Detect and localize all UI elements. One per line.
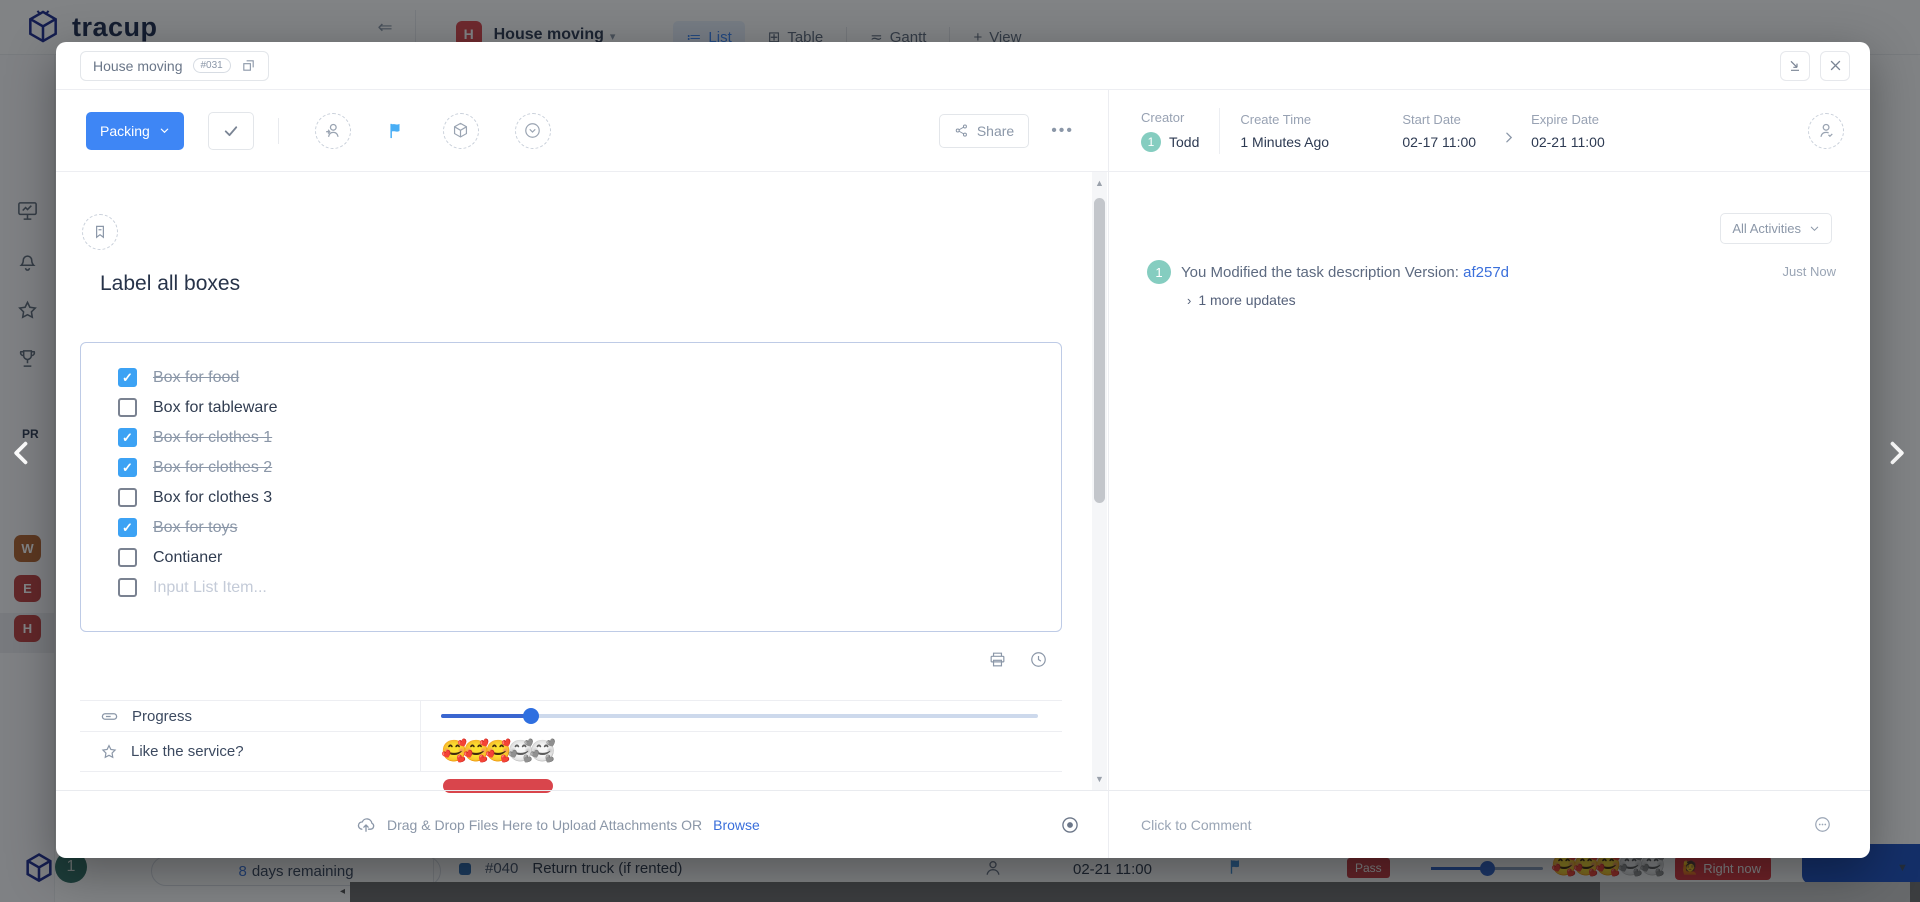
- checklist-item-label: Box for clothes 1: [153, 429, 272, 447]
- status-dropdown-button[interactable]: Packing: [86, 112, 184, 150]
- checklist-item-label: Input List Item...: [153, 579, 267, 597]
- toolbar-divider: [278, 118, 279, 144]
- history-clock-icon[interactable]: [1029, 650, 1048, 669]
- collapse-modal-button[interactable]: [1780, 51, 1810, 81]
- more-updates-toggle[interactable]: ›1 more updates: [1187, 292, 1296, 308]
- task-title[interactable]: Label all boxes: [100, 272, 240, 296]
- task-detail-modal: House moving #031 Packing: [56, 42, 1870, 858]
- scroll-up-arrow[interactable]: ▲: [1095, 178, 1104, 188]
- attachment-dropzone[interactable]: Drag & Drop Files Here to Upload Attachm…: [56, 790, 1108, 858]
- expire-date-label: Expire Date: [1531, 112, 1605, 127]
- checklist-item[interactable]: Contianer: [118, 548, 1061, 567]
- checkbox[interactable]: [118, 398, 137, 417]
- checklist-item[interactable]: Box for clothes 3: [118, 488, 1061, 507]
- checkbox[interactable]: ✓: [118, 518, 137, 537]
- activity-filter-label: All Activities: [1732, 221, 1801, 236]
- rating-emoji[interactable]: 🥰: [463, 740, 485, 763]
- content-scrollbar-thumb[interactable]: [1094, 198, 1105, 503]
- browse-files-link[interactable]: Browse: [713, 817, 760, 833]
- version-link[interactable]: af257d: [1463, 264, 1509, 281]
- next-task-chevron[interactable]: [1882, 436, 1910, 470]
- print-icon[interactable]: [988, 650, 1007, 669]
- create-time-value: 1 Minutes Ago: [1240, 134, 1374, 150]
- create-time-label: Create Time: [1240, 112, 1374, 127]
- open-in-full-icon[interactable]: [241, 58, 256, 73]
- close-modal-button[interactable]: [1820, 51, 1850, 81]
- rating-emoji[interactable]: 🥰: [507, 740, 529, 763]
- breadcrumb[interactable]: House moving #031: [80, 51, 269, 81]
- start-date-label: Start Date: [1402, 112, 1476, 127]
- creator-label: Creator: [1141, 110, 1199, 125]
- date-range-chevron-icon: [1502, 131, 1515, 144]
- priority-flag-icon[interactable]: [387, 121, 407, 141]
- task-id-badge: #031: [193, 58, 231, 73]
- previous-task-chevron[interactable]: [8, 436, 36, 470]
- progress-label: Progress: [132, 708, 192, 725]
- rating-row: Like the service? 🥰🥰🥰🥰🥰: [80, 732, 1062, 772]
- expire-date-column[interactable]: Expire Date 02-21 11:00: [1531, 112, 1605, 150]
- progress-slider[interactable]: [441, 714, 1038, 718]
- checklist-item[interactable]: Box for tableware: [118, 398, 1061, 417]
- scroll-down-arrow[interactable]: ▼: [1095, 774, 1104, 784]
- star-icon: [100, 743, 118, 761]
- checkbox[interactable]: ✓: [118, 368, 137, 387]
- activity-timestamp: Just Now: [1783, 264, 1836, 279]
- checkbox[interactable]: ✓: [118, 428, 137, 447]
- start-date-column[interactable]: Start Date 02-17 11:00: [1402, 112, 1476, 150]
- checklist-item[interactable]: ✓ Box for food: [118, 368, 1061, 387]
- activity-avatar: 1: [1147, 260, 1171, 284]
- emoji-picker-icon[interactable]: [1813, 815, 1832, 834]
- checklist-item[interactable]: ✓ Box for clothes 1: [118, 428, 1061, 447]
- checklist-item-label: Box for food: [153, 369, 239, 387]
- rating-emoji[interactable]: 🥰: [441, 740, 463, 763]
- content-scrollbar[interactable]: ▲ ▼: [1092, 172, 1107, 790]
- complete-task-button[interactable]: [208, 112, 254, 150]
- comment-input[interactable]: Click to Comment: [1109, 790, 1870, 858]
- version-clock-icon[interactable]: [515, 113, 551, 149]
- assign-user-icon[interactable]: [315, 113, 351, 149]
- rating-emoji-strip[interactable]: 🥰🥰🥰🥰🥰: [441, 740, 552, 764]
- activity-filter-dropdown[interactable]: All Activities: [1720, 213, 1832, 244]
- record-icon[interactable]: [1060, 815, 1080, 835]
- checklist-item[interactable]: Input List Item...: [118, 578, 1061, 597]
- comment-placeholder: Click to Comment: [1141, 817, 1251, 833]
- subtask-cube-icon[interactable]: [443, 113, 479, 149]
- checklist-item-label: Box for tableware: [153, 399, 278, 417]
- checkbox[interactable]: [118, 578, 137, 597]
- progress-row: Progress: [80, 700, 1062, 732]
- details-divider: [1219, 108, 1220, 154]
- checklist-item-label: Contianer: [153, 549, 222, 567]
- expand-chevron-icon: ›: [1187, 293, 1191, 308]
- rating-emoji[interactable]: 🥰: [530, 740, 552, 763]
- breadcrumb-title: House moving: [93, 58, 183, 74]
- creator-name: Todd: [1169, 134, 1199, 150]
- more-options-button[interactable]: •••: [1051, 122, 1074, 140]
- progress-pill-icon: [100, 707, 119, 726]
- share-label: Share: [977, 123, 1014, 139]
- creator-avatar: 1: [1141, 132, 1161, 152]
- checklist-item-label: Box for clothes 3: [153, 489, 272, 507]
- progress-slider-thumb[interactable]: [523, 708, 539, 724]
- status-label: Packing: [100, 123, 150, 139]
- cloud-upload-icon: [356, 815, 376, 835]
- checklist-item[interactable]: ✓ Box for clothes 2: [118, 458, 1061, 477]
- rating-emoji[interactable]: 🥰: [485, 740, 507, 763]
- attachment-hint: Drag & Drop Files Here to Upload Attachm…: [387, 817, 702, 833]
- checkbox[interactable]: [118, 548, 137, 567]
- activity-text: You Modified the task description Versio…: [1181, 264, 1509, 281]
- checklist-container[interactable]: ✓ Box for food Box for tableware ✓ Box for c…: [80, 342, 1062, 632]
- checklist-item-label: Box for toys: [153, 519, 237, 537]
- follower-user-icon[interactable]: [1808, 113, 1844, 149]
- share-button[interactable]: Share: [939, 114, 1029, 148]
- checklist-item[interactable]: ✓ Box for toys: [118, 518, 1061, 537]
- start-date-value: 02-17 11:00: [1402, 134, 1476, 150]
- bookmark-icon[interactable]: [82, 214, 118, 250]
- expire-date-value: 02-21 11:00: [1531, 134, 1605, 150]
- checklist-item-label: Box for clothes 2: [153, 459, 272, 477]
- create-time-column: Create Time 1 Minutes Ago: [1240, 112, 1374, 150]
- creator-column: Creator 1 Todd: [1141, 110, 1199, 152]
- checkbox[interactable]: ✓: [118, 458, 137, 477]
- rating-label: Like the service?: [131, 743, 244, 760]
- checkbox[interactable]: [118, 488, 137, 507]
